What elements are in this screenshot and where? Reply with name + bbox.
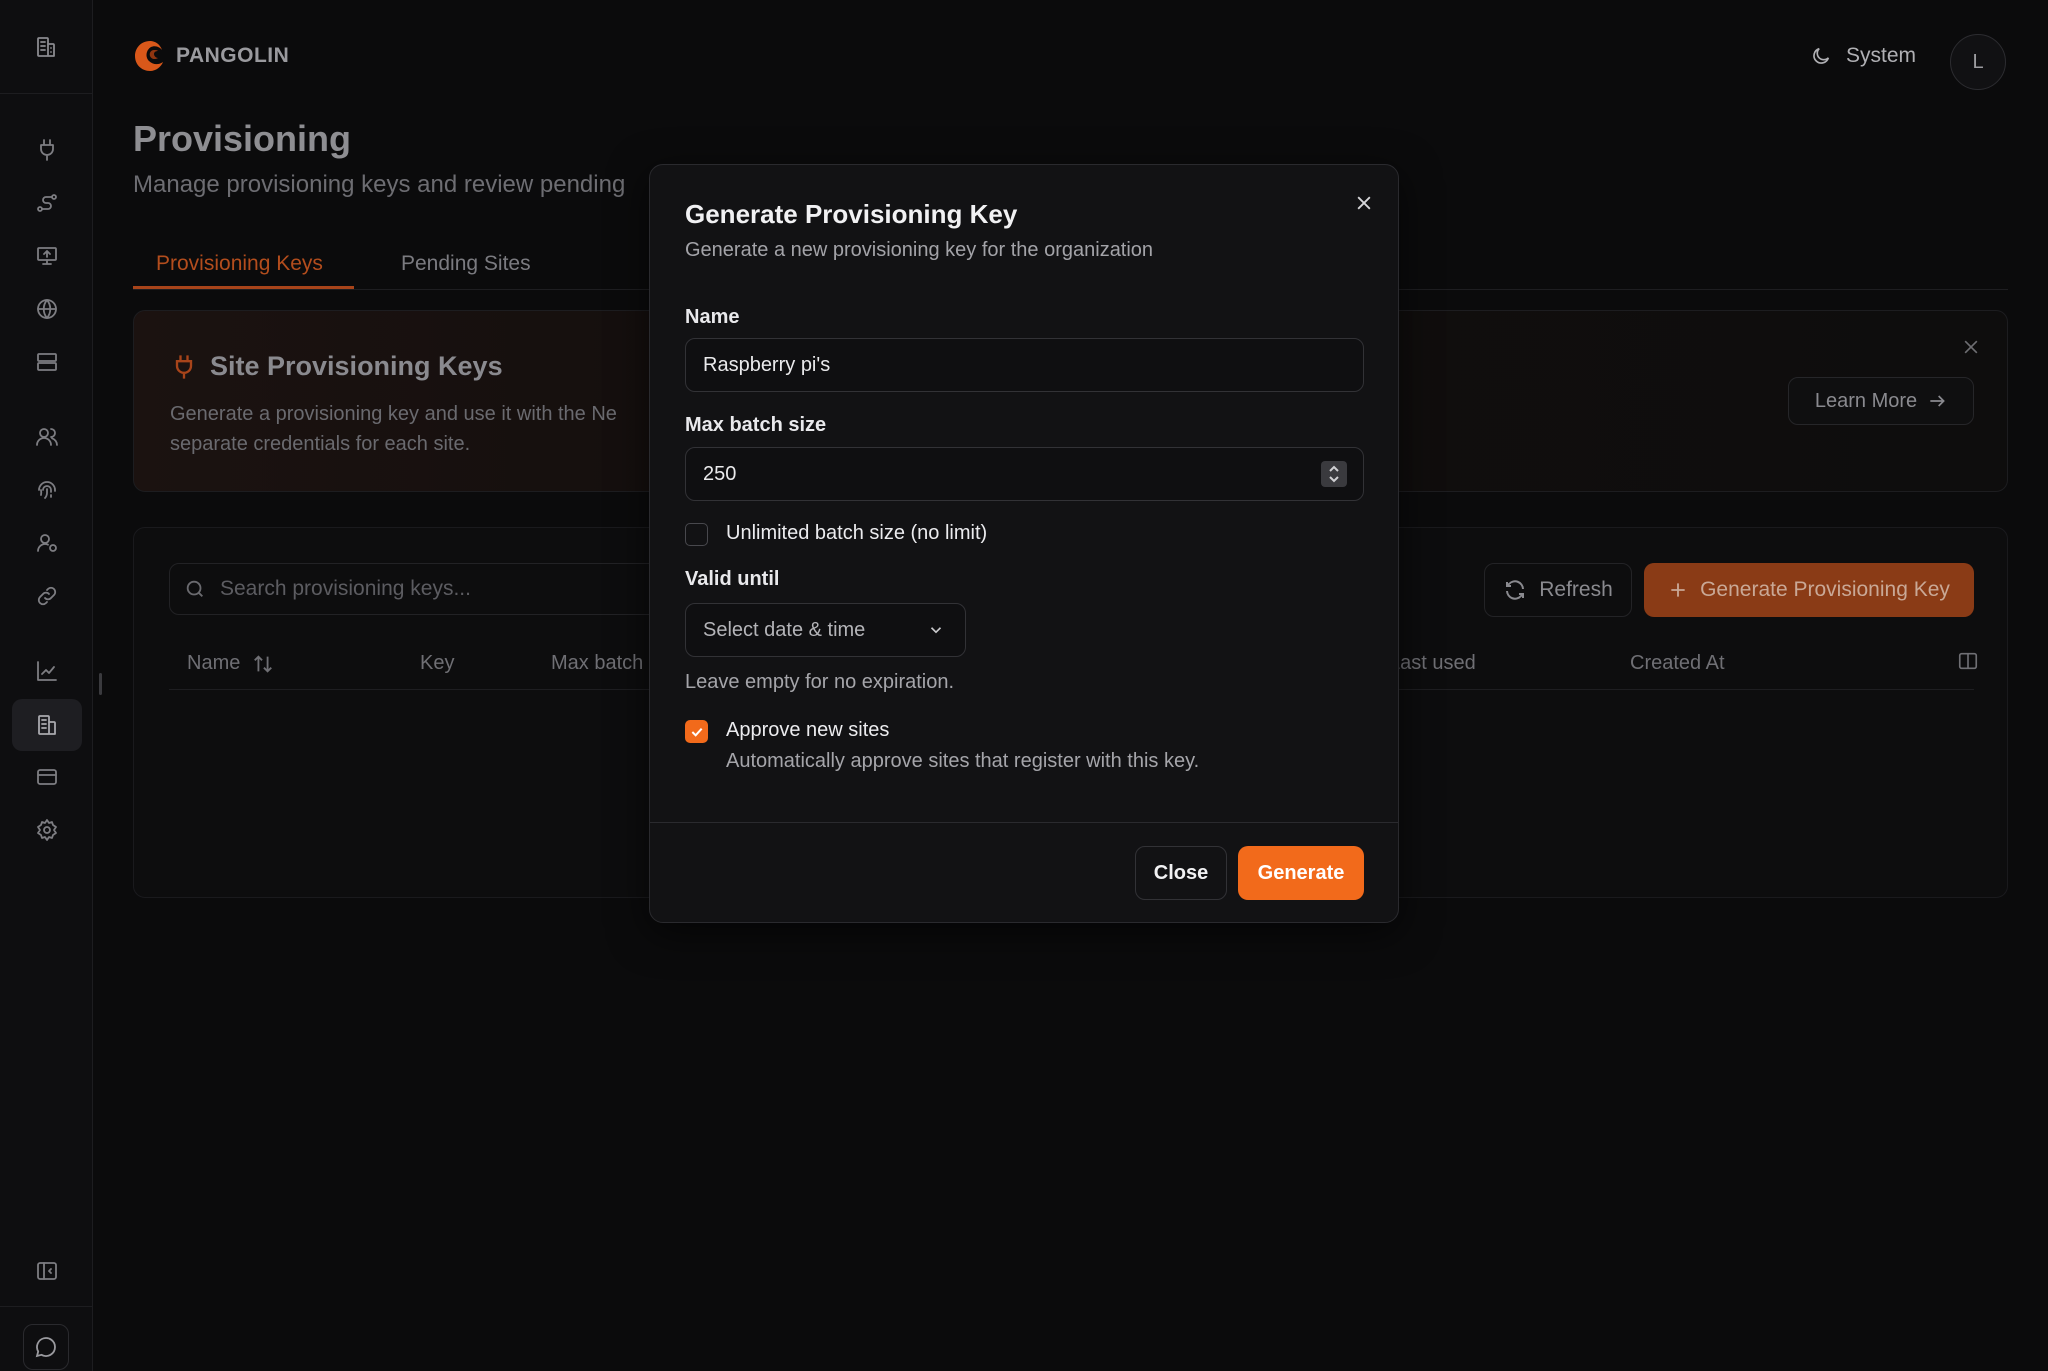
sort-icon — [254, 654, 273, 673]
page-subtitle: Manage provisioning keys and review pend… — [133, 171, 626, 198]
arrow-right-icon — [1930, 395, 1945, 407]
learn-more-button[interactable]: Learn More — [1788, 377, 1974, 425]
approve-sites-help: Automatically approve sites that registe… — [726, 750, 1200, 772]
refresh-icon — [1506, 580, 1525, 600]
generate-provisioning-key-button[interactable]: Generate Provisioning Key — [1644, 563, 1974, 617]
tab-pending-sites[interactable]: Pending Sites — [401, 252, 531, 276]
max-batch-label: Max batch size — [685, 414, 827, 436]
column-last-used: Last used — [1389, 652, 1476, 674]
info-banner-title: Site Provisioning Keys — [170, 351, 503, 382]
plus-icon — [1671, 583, 1685, 597]
active-tab-indicator — [133, 286, 354, 289]
name-field[interactable]: Raspberry pi's — [685, 338, 1364, 392]
generate-key-label: Generate Provisioning Key — [1700, 578, 1950, 601]
valid-until-select[interactable]: Select date & time — [685, 603, 966, 657]
valid-until-hint: Leave empty for no expiration. — [685, 671, 955, 693]
info-desc-line-2: separate credentials for each site. — [170, 433, 471, 455]
number-stepper[interactable] — [1321, 461, 1347, 487]
valid-until-placeholder: Select date & time — [703, 618, 866, 641]
valid-until-label: Valid until — [685, 568, 780, 590]
plug-icon — [175, 354, 193, 379]
close-button[interactable]: Close — [1135, 846, 1227, 900]
approve-sites-row[interactable]: Approve new sites Automatically approve … — [685, 719, 1199, 773]
columns-icon — [1958, 652, 1978, 670]
approve-sites-checkbox[interactable] — [685, 720, 708, 743]
learn-more-label: Learn More — [1814, 389, 1918, 412]
dialog-footer-divider — [650, 822, 1398, 823]
column-key: Key — [420, 652, 455, 674]
generate-key-dialog: Generate Provisioning Key Generate a new… — [649, 164, 1399, 923]
chevron-down-icon — [930, 627, 942, 634]
search-input[interactable]: Search provisioning keys... — [169, 563, 689, 615]
name-field-value: Raspberry pi's — [703, 353, 831, 376]
max-batch-field[interactable]: 250 — [685, 447, 1364, 501]
close-icon — [1964, 340, 1978, 354]
column-name-label: Name — [187, 652, 241, 674]
dismiss-banner-button[interactable] — [1961, 337, 1981, 362]
page-title: Provisioning — [133, 118, 352, 159]
unlimited-batch-checkbox[interactable] — [685, 523, 708, 546]
approve-sites-label: Approve new sites — [726, 719, 890, 741]
dialog-description: Generate a new provisioning key for the … — [685, 239, 1154, 261]
info-banner-title-text: Site Provisioning Keys — [210, 351, 503, 381]
check-icon — [691, 727, 702, 737]
unlimited-batch-label: Unlimited batch size (no limit) — [726, 522, 988, 544]
max-batch-value: 250 — [703, 462, 737, 485]
search-icon — [186, 580, 203, 597]
close-icon — [1357, 196, 1371, 210]
column-visibility-button[interactable] — [1957, 650, 1979, 677]
unlimited-batch-row[interactable]: Unlimited batch size (no limit) — [685, 522, 987, 546]
dialog-title: Generate Provisioning Key — [685, 199, 1018, 229]
generate-button[interactable]: Generate — [1238, 846, 1364, 900]
column-name[interactable]: Name — [187, 652, 274, 675]
column-created-at: Created At — [1630, 652, 1725, 674]
chevrons-up-down-icon — [1329, 465, 1339, 483]
tab-provisioning-keys[interactable]: Provisioning Keys — [156, 252, 323, 276]
name-label: Name — [685, 306, 740, 328]
refresh-label: Refresh — [1539, 578, 1613, 601]
search-placeholder: Search provisioning keys... — [220, 577, 471, 600]
info-banner-description: Generate a provisioning key and use it w… — [170, 399, 630, 459]
dialog-close-button[interactable] — [1350, 189, 1378, 217]
refresh-button[interactable]: Refresh — [1484, 563, 1632, 617]
column-max-batch: Max batch — [551, 652, 644, 674]
info-desc-line-1: Generate a provisioning key and use it w… — [170, 403, 617, 425]
